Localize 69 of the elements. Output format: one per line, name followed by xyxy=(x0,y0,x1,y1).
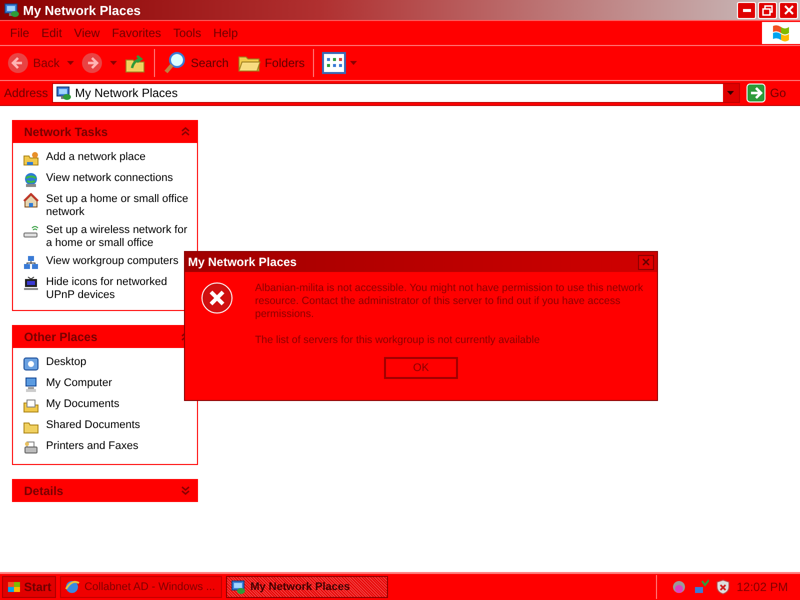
search-icon xyxy=(162,51,187,75)
caret-icon xyxy=(350,61,357,65)
taskbar-button[interactable]: My Network Places xyxy=(226,576,388,598)
close-icon xyxy=(642,258,650,266)
caret-icon xyxy=(66,61,74,65)
error-icon xyxy=(201,282,233,314)
menu-item[interactable]: View xyxy=(68,26,106,40)
network-status-icon[interactable] xyxy=(692,579,709,595)
network-icon xyxy=(230,579,246,595)
close-button[interactable] xyxy=(638,254,654,270)
flag-logo-icon xyxy=(771,24,791,42)
dropdown-button[interactable] xyxy=(722,84,739,102)
house-icon xyxy=(23,193,39,209)
network-icon xyxy=(3,2,19,18)
restore-button[interactable] xyxy=(758,2,777,18)
go-button[interactable]: Go xyxy=(744,83,796,103)
wireless-device-icon xyxy=(23,224,39,240)
menu-item[interactable]: Edit xyxy=(35,26,68,40)
panel-header[interactable]: Network Tasks xyxy=(12,120,198,143)
chevron-up-icon[interactable] xyxy=(181,127,190,136)
task-link[interactable]: Set up a wireless network for a home or small office xyxy=(46,224,191,250)
printer-icon xyxy=(23,440,39,456)
taskbar-button[interactable]: Collabnet AD - Windows ... xyxy=(60,576,222,598)
folder-arrow-icon xyxy=(124,52,146,74)
caret-icon xyxy=(727,91,734,95)
error-message: The list of servers for this workgroup is not currently available xyxy=(255,334,541,347)
minimize-button[interactable] xyxy=(737,2,756,18)
computers-icon xyxy=(23,255,39,271)
chevron-down-icon[interactable] xyxy=(181,486,190,495)
panel-header[interactable]: Details xyxy=(12,479,198,502)
task-link[interactable]: Shared Documents xyxy=(46,419,140,432)
monitor-icon xyxy=(23,276,39,292)
browser-icon xyxy=(64,579,80,595)
error-message: Albanian-milita is not accessible. You might not have permission to use this network resource. Contact the administrator of this server to find out if you have access permissions. xyxy=(255,282,644,321)
dialog-title: My Network Places xyxy=(188,255,297,269)
views-icon xyxy=(322,52,346,74)
menu-item[interactable]: Tools xyxy=(167,26,208,40)
menu-item[interactable]: Help xyxy=(207,26,244,40)
task-link[interactable]: Printers and Faxes xyxy=(46,440,138,453)
window-title: My Network Places xyxy=(23,2,142,18)
documents-icon xyxy=(23,398,39,414)
close-icon xyxy=(784,5,794,15)
menu-item[interactable]: Favorites xyxy=(106,26,168,40)
ok-button[interactable]: OK xyxy=(384,357,458,379)
shield-icon[interactable] xyxy=(714,579,731,595)
restore-icon xyxy=(762,4,773,16)
menu-item[interactable]: File xyxy=(4,26,36,40)
minimize-icon xyxy=(742,8,750,12)
search-button[interactable]: Search xyxy=(160,48,232,78)
clock: 12:02 PM xyxy=(736,580,788,594)
desktop-icon xyxy=(23,356,39,372)
computer-icon xyxy=(23,377,39,393)
start-button[interactable]: Start xyxy=(2,576,56,598)
task-link[interactable]: Desktop xyxy=(46,356,86,369)
flag-logo-icon xyxy=(7,580,21,594)
task-link[interactable]: Set up a home or small office network xyxy=(46,193,191,219)
address-field[interactable]: My Network Places xyxy=(52,83,740,103)
task-link[interactable]: View network connections xyxy=(46,172,173,185)
address-label: Address xyxy=(4,86,48,100)
task-link[interactable]: My Computer xyxy=(46,377,112,390)
speaker-icon[interactable] xyxy=(670,579,687,595)
task-link[interactable]: View workgroup computers xyxy=(46,255,178,268)
task-link[interactable]: My Documents xyxy=(46,398,120,411)
network-icon xyxy=(55,85,72,101)
network-folder-icon xyxy=(23,151,39,167)
folders-button[interactable]: Folders xyxy=(234,48,308,78)
globe-icon xyxy=(23,172,39,188)
caret-icon xyxy=(110,61,117,65)
task-link[interactable]: Add a network place xyxy=(46,151,146,164)
